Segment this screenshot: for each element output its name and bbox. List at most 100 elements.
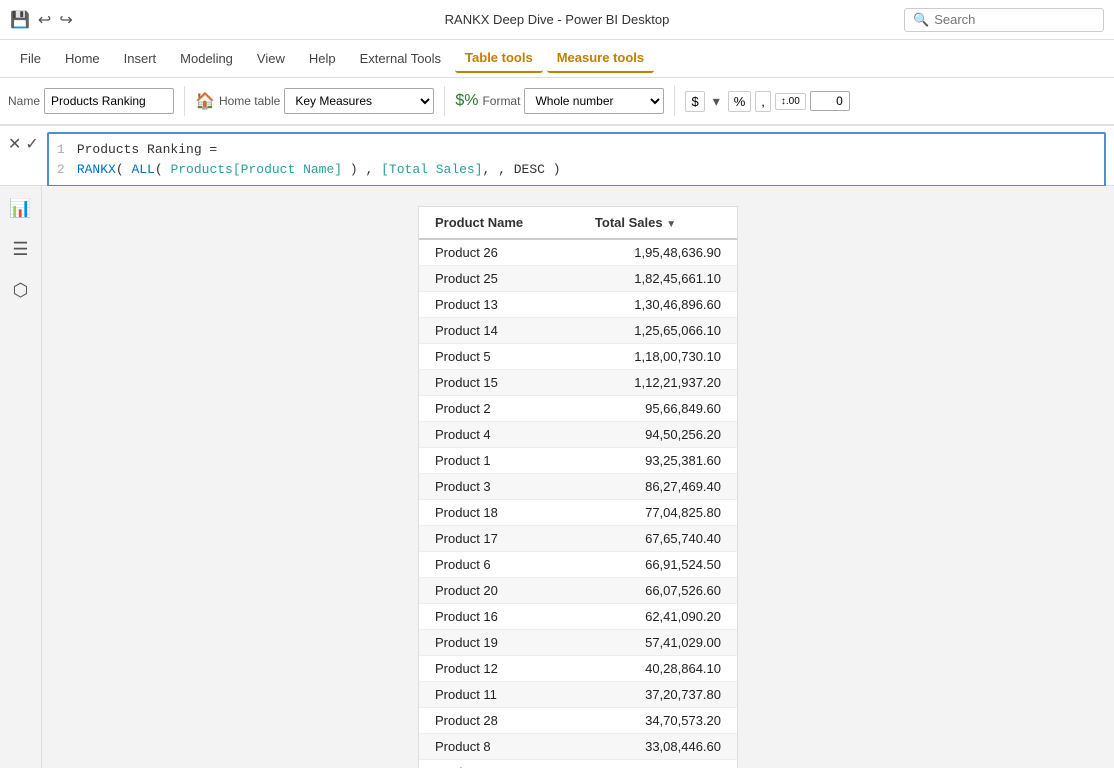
cell-product-name: Product 3 bbox=[419, 474, 579, 500]
menu-home[interactable]: Home bbox=[55, 45, 110, 72]
report-view-icon[interactable]: 📊 bbox=[5, 194, 35, 223]
cell-total-sales: 1,82,45,661.10 bbox=[579, 266, 737, 292]
format-label: Format bbox=[482, 94, 520, 108]
cell-total-sales: 93,25,381.60 bbox=[579, 448, 737, 474]
formula-line-1: 1 Products Ranking = bbox=[57, 140, 1096, 160]
table-row: Product 11 37,20,737.80 bbox=[419, 682, 737, 708]
cell-total-sales: 40,28,864.10 bbox=[579, 656, 737, 682]
cell-total-sales: 62,41,090.20 bbox=[579, 604, 737, 630]
table-row: Product 25 1,82,45,661.10 bbox=[419, 266, 737, 292]
data-view-icon[interactable]: ☰ bbox=[8, 235, 32, 264]
model-view-icon[interactable]: ⬡ bbox=[9, 276, 33, 305]
sidebar: 📊 ☰ ⬡ bbox=[0, 186, 42, 768]
table-row: Product 8 33,08,446.60 bbox=[419, 734, 737, 760]
cell-total-sales: 86,27,469.40 bbox=[579, 474, 737, 500]
ribbon: Name 🏠 Home table Key Measures $% Format… bbox=[0, 78, 1114, 126]
cancel-formula-button[interactable]: ✕ bbox=[8, 134, 21, 154]
undo-icon[interactable]: ↩ bbox=[38, 10, 51, 30]
currency-group: $ ▾ % , ↕.00 bbox=[685, 91, 849, 112]
comma-button[interactable]: , bbox=[755, 91, 771, 112]
main-area: 📊 ☰ ⬡ Product Name Total Sales ▼ Produ bbox=[0, 186, 1114, 768]
data-table: Product Name Total Sales ▼ Product 26 1,… bbox=[418, 206, 738, 768]
table-row: Product 13 1,30,46,896.60 bbox=[419, 292, 737, 318]
cell-product-name: Product 14 bbox=[419, 318, 579, 344]
format-group: $% Format Whole number Decimal number Cu… bbox=[455, 88, 664, 114]
cell-product-name: Product 20 bbox=[419, 578, 579, 604]
col-total-sales[interactable]: Total Sales ▼ bbox=[579, 207, 737, 239]
formula-editor[interactable]: 1 Products Ranking = 2 RANKX( ALL( Produ… bbox=[47, 132, 1106, 187]
cell-product-name: Product 28 bbox=[419, 708, 579, 734]
menu-insert[interactable]: Insert bbox=[114, 45, 167, 72]
table-row: Product 4 94,50,256.20 bbox=[419, 422, 737, 448]
menu-file[interactable]: File bbox=[10, 45, 51, 72]
menu-view[interactable]: View bbox=[247, 45, 295, 72]
cell-total-sales: 94,50,256.20 bbox=[579, 422, 737, 448]
table-row: Product 26 1,95,48,636.90 bbox=[419, 239, 737, 266]
cell-product-name: Product 16 bbox=[419, 604, 579, 630]
table-row: Product 16 62,41,090.20 bbox=[419, 604, 737, 630]
cell-product-name: Product 12 bbox=[419, 656, 579, 682]
col-product-name[interactable]: Product Name bbox=[419, 207, 579, 239]
menu-help[interactable]: Help bbox=[299, 45, 346, 72]
rankx-fn: RANKX bbox=[77, 162, 116, 177]
name-input[interactable] bbox=[44, 88, 174, 114]
name-group: Name bbox=[8, 88, 174, 114]
measure-ref: [Total Sales] bbox=[381, 162, 482, 177]
app-title: RANKX Deep Dive - Power BI Desktop bbox=[445, 12, 670, 27]
menu-modeling[interactable]: Modeling bbox=[170, 45, 243, 72]
menu-table-tools[interactable]: Table tools bbox=[455, 44, 543, 73]
divider-2 bbox=[444, 86, 445, 116]
hometable-select[interactable]: Key Measures bbox=[284, 88, 434, 114]
format-select[interactable]: Whole number Decimal number Currency Per… bbox=[524, 88, 664, 114]
menu-external-tools[interactable]: External Tools bbox=[350, 45, 451, 72]
line-number-2: 2 bbox=[57, 160, 69, 180]
cell-product-name: Product 19 bbox=[419, 630, 579, 656]
cell-total-sales: 33,08,446.60 bbox=[579, 734, 737, 760]
cell-total-sales: 1,12,21,937.20 bbox=[579, 370, 737, 396]
cell-total-sales: 66,91,524.50 bbox=[579, 552, 737, 578]
cell-total-sales: 66,07,526.60 bbox=[579, 578, 737, 604]
cell-product-name: Product 21 bbox=[419, 760, 579, 768]
cell-product-name: Product 25 bbox=[419, 266, 579, 292]
cell-product-name: Product 6 bbox=[419, 552, 579, 578]
redo-icon[interactable]: ↪ bbox=[59, 10, 72, 30]
home-icon: 🏠 bbox=[195, 91, 215, 111]
table-row: Product 19 57,41,029.00 bbox=[419, 630, 737, 656]
hometable-label: Home table bbox=[219, 94, 280, 108]
cell-total-sales: 34,70,573.20 bbox=[579, 708, 737, 734]
cell-total-sales: 37,20,737.80 bbox=[579, 682, 737, 708]
table-row: Product 14 1,25,65,066.10 bbox=[419, 318, 737, 344]
cell-total-sales: 1,30,46,896.60 bbox=[579, 292, 737, 318]
dollar-button[interactable]: $ bbox=[685, 91, 704, 112]
cell-total-sales: 1,18,00,730.10 bbox=[579, 344, 737, 370]
format-icon: $% bbox=[455, 92, 478, 110]
menu-bar: File Home Insert Modeling View Help Exte… bbox=[0, 40, 1114, 78]
table-row: Product 18 77,04,825.80 bbox=[419, 500, 737, 526]
table-row: Product 6 66,91,524.50 bbox=[419, 552, 737, 578]
search-input[interactable] bbox=[934, 12, 1074, 27]
decimal-button[interactable]: ↕.00 bbox=[775, 93, 806, 110]
cell-product-name: Product 1 bbox=[419, 448, 579, 474]
table-row: Product 21 32,07,812.60 bbox=[419, 760, 737, 768]
confirm-formula-button[interactable]: ✓ bbox=[25, 134, 38, 154]
save-icon[interactable]: 💾 bbox=[10, 10, 30, 30]
chevron-down-icon[interactable]: ▾ bbox=[709, 91, 724, 112]
cell-product-name: Product 11 bbox=[419, 682, 579, 708]
table-row: Product 17 67,65,740.40 bbox=[419, 526, 737, 552]
cell-product-name: Product 15 bbox=[419, 370, 579, 396]
cell-total-sales: 77,04,825.80 bbox=[579, 500, 737, 526]
cell-product-name: Product 2 bbox=[419, 396, 579, 422]
menu-measure-tools[interactable]: Measure tools bbox=[547, 44, 654, 73]
cell-product-name: Product 4 bbox=[419, 422, 579, 448]
number-input[interactable] bbox=[810, 91, 850, 111]
cell-product-name: Product 18 bbox=[419, 500, 579, 526]
column-ref: Products[Product Name] bbox=[170, 162, 342, 177]
percent-button[interactable]: % bbox=[728, 91, 752, 112]
cell-product-name: Product 17 bbox=[419, 526, 579, 552]
table-row: Product 5 1,18,00,730.10 bbox=[419, 344, 737, 370]
formula-controls: ✕ ✓ bbox=[8, 132, 39, 154]
search-box[interactable]: 🔍 bbox=[904, 8, 1104, 32]
cell-product-name: Product 26 bbox=[419, 239, 579, 266]
divider-3 bbox=[674, 86, 675, 116]
cell-total-sales: 57,41,029.00 bbox=[579, 630, 737, 656]
